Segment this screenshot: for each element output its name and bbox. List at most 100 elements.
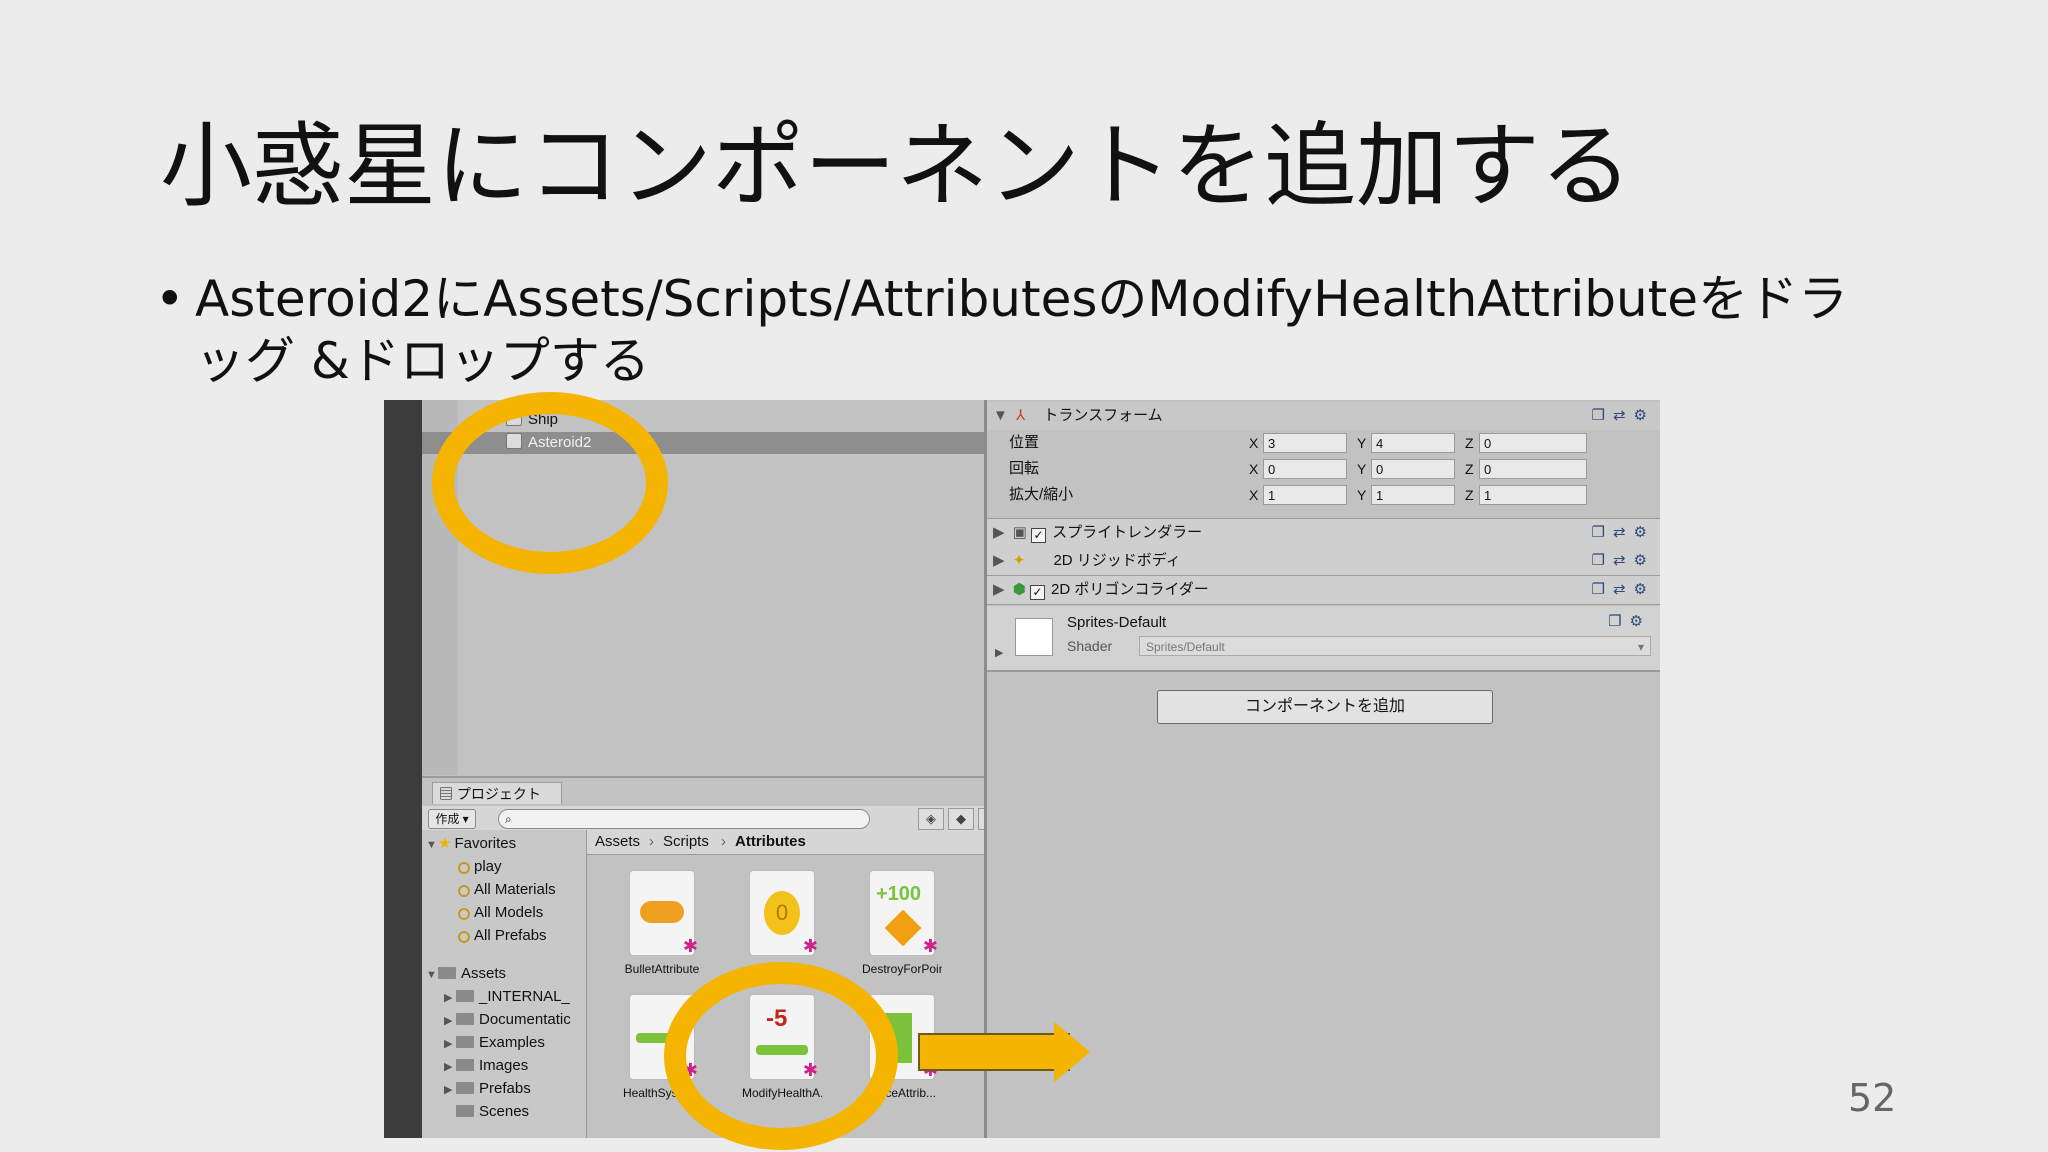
- collider-icon: ⬢: [1012, 581, 1026, 598]
- breadcrumb-separator-icon: ›: [649, 833, 654, 850]
- collapse-arrow-icon: ▶: [444, 1038, 453, 1050]
- breadcrumb-item[interactable]: Assets: [595, 830, 640, 854]
- points-script-icon: +100 ✱: [869, 870, 938, 956]
- tab-project[interactable]: ▤ プロジェクト: [432, 782, 562, 804]
- component-menu-icons[interactable]: ❐⇄⚙: [1592, 576, 1655, 604]
- breadcrumb-item[interactable]: Attributes: [735, 830, 806, 854]
- favorite-item[interactable]: All Models: [458, 901, 543, 924]
- asset-file[interactable]: ✱ BulletAttribute: [622, 870, 702, 976]
- enabled-checkbox[interactable]: ✓: [1030, 585, 1045, 600]
- highlight-circle-hierarchy: [432, 392, 668, 574]
- shader-select[interactable]: Sprites/Default ▾: [1139, 636, 1651, 656]
- tree-favorites[interactable]: ▼★ Favorites: [426, 832, 516, 855]
- component-menu-icons[interactable]: ❐⇄⚙: [1592, 519, 1655, 547]
- collapse-arrow-icon: ▶: [993, 524, 1005, 541]
- search-input[interactable]: ⌕: [498, 809, 870, 829]
- bullet-text: Asteroid2にAssets/Scripts/AttributesのModi…: [195, 270, 1849, 390]
- sprite-renderer-header[interactable]: ▶ ▣ ✓ スプライトレンダラー ❐⇄⚙: [987, 518, 1660, 548]
- position-row: 位置 X 3 Y 4 Z 0: [987, 430, 1660, 456]
- scale-y-field[interactable]: 1: [1371, 485, 1455, 505]
- folder-icon: ▤: [439, 786, 457, 802]
- material-menu-icons[interactable]: ❐⚙: [1608, 612, 1651, 630]
- asset-folder[interactable]: ▶ Examples: [444, 1031, 545, 1054]
- asset-folder[interactable]: Scenes: [444, 1100, 529, 1123]
- drag-arrow-head-icon: [1054, 1022, 1090, 1082]
- filter-label-icon[interactable]: ◆: [948, 808, 974, 830]
- position-z-field[interactable]: 0: [1479, 433, 1587, 453]
- script-badge-icon: ✱: [682, 936, 698, 956]
- expand-arrow-icon: ▼: [993, 407, 1008, 424]
- rigidbody-icon: ✦: [1012, 552, 1026, 569]
- add-component-button[interactable]: コンポーネントを追加: [1157, 690, 1493, 724]
- collapse-arrow-icon: ▶: [444, 1015, 453, 1027]
- component-menu-icons[interactable]: ❐⇄⚙: [1592, 402, 1655, 430]
- rotation-row: 回転 X 0 Y 0 Z 0: [987, 456, 1660, 482]
- bullet-dot: •: [155, 270, 185, 328]
- scale-row: 拡大/縮小 X 1 Y 1 Z 1: [987, 482, 1660, 508]
- material-preview: [1015, 618, 1053, 656]
- favorite-item[interactable]: All Prefabs: [458, 924, 547, 947]
- collapse-arrow-icon: ▶: [995, 647, 1004, 659]
- collapse-arrow-icon: ▶: [444, 1084, 453, 1096]
- tree-assets[interactable]: ▼ Assets: [426, 962, 506, 985]
- breadcrumb-item[interactable]: Scripts: [663, 830, 709, 854]
- project-folder-tree: ▼★ Favorites play All Materials All Model…: [422, 830, 587, 1138]
- script-badge-icon: ✱: [802, 936, 818, 956]
- folder-icon: [456, 1105, 474, 1117]
- folder-icon: [456, 1036, 474, 1048]
- polygon-collider2d-header[interactable]: ▶ ⬢ ✓ 2D ポリゴンコライダー ❐⇄⚙: [987, 576, 1660, 605]
- search-icon: [458, 908, 470, 920]
- dropdown-arrow-icon: ▾: [1637, 640, 1644, 654]
- position-x-field[interactable]: 3: [1263, 433, 1347, 453]
- asset-folder[interactable]: ▶ Documentatic: [444, 1008, 571, 1031]
- rotation-z-field[interactable]: 0: [1479, 459, 1587, 479]
- favorite-item[interactable]: All Materials: [458, 878, 556, 901]
- component-menu-icons[interactable]: ❐⇄⚙: [1592, 547, 1655, 575]
- folder-icon: [456, 1013, 474, 1025]
- shader-label: Shader: [1067, 638, 1113, 654]
- bullet-script-icon: ✱: [629, 870, 698, 956]
- asset-file[interactable]: 0 ✱: [742, 870, 822, 976]
- highlight-circle-asset: [664, 962, 898, 1150]
- collapse-arrow-icon: ▶: [444, 992, 453, 1004]
- search-icon: [458, 862, 470, 874]
- collapse-arrow-icon: ▶: [993, 552, 1005, 569]
- position-y-field[interactable]: 4: [1371, 433, 1455, 453]
- scale-x-field[interactable]: 1: [1263, 485, 1347, 505]
- asset-folder[interactable]: ▶ Images: [444, 1054, 528, 1077]
- rigidbody2d-header[interactable]: ▶ ✦ 2D リジッドボディ ❐⇄⚙: [987, 547, 1660, 576]
- create-button[interactable]: 作成 ▾: [428, 809, 476, 829]
- editor-left-strip: [384, 400, 422, 1138]
- rotation-y-field[interactable]: 0: [1371, 459, 1455, 479]
- search-icon: [458, 931, 470, 943]
- search-icon: ⌕: [505, 812, 512, 826]
- asset-file[interactable]: +100 ✱ DestroyForPoin...: [862, 870, 942, 976]
- asset-folder[interactable]: ▶ _INTERNAL_: [444, 985, 570, 1008]
- drag-arrow-body: [918, 1033, 1070, 1071]
- slide-title: 小惑星にコンポーネントを追加する: [160, 113, 1633, 220]
- favorite-item[interactable]: play: [458, 855, 502, 878]
- folder-icon: [456, 1082, 474, 1094]
- expand-arrow-icon: ▼: [426, 969, 437, 981]
- material-section: ▶ Sprites-Default Shader Sprites/Default…: [987, 606, 1660, 672]
- transform-header[interactable]: ▼ ⅄ トランスフォーム ❐⇄⚙: [987, 402, 1660, 430]
- asset-folder[interactable]: ▶ Prefabs: [444, 1077, 531, 1100]
- folder-icon: [438, 967, 456, 979]
- material-name: Sprites-Default: [1067, 614, 1167, 631]
- coin-script-icon: 0 ✱: [749, 870, 818, 956]
- star-icon: ★: [438, 835, 452, 852]
- enabled-checkbox[interactable]: ✓: [1031, 528, 1047, 543]
- expand-arrow-icon: ▼: [426, 839, 437, 851]
- collapse-arrow-icon: ▶: [993, 581, 1005, 598]
- transform-icon: ⅄: [1016, 407, 1026, 424]
- collapse-arrow-icon: ▶: [444, 1061, 453, 1073]
- folder-icon: [456, 1059, 474, 1071]
- search-icon: [458, 885, 470, 897]
- filter-type-icon[interactable]: ◈: [918, 808, 944, 830]
- rotation-x-field[interactable]: 0: [1263, 459, 1347, 479]
- sprite-renderer-icon: ▣: [1012, 524, 1027, 541]
- page-number: 52: [1848, 1076, 1897, 1120]
- breadcrumb-separator-icon: ›: [721, 833, 726, 850]
- scale-z-field[interactable]: 1: [1479, 485, 1587, 505]
- script-badge-icon: ✱: [922, 936, 938, 956]
